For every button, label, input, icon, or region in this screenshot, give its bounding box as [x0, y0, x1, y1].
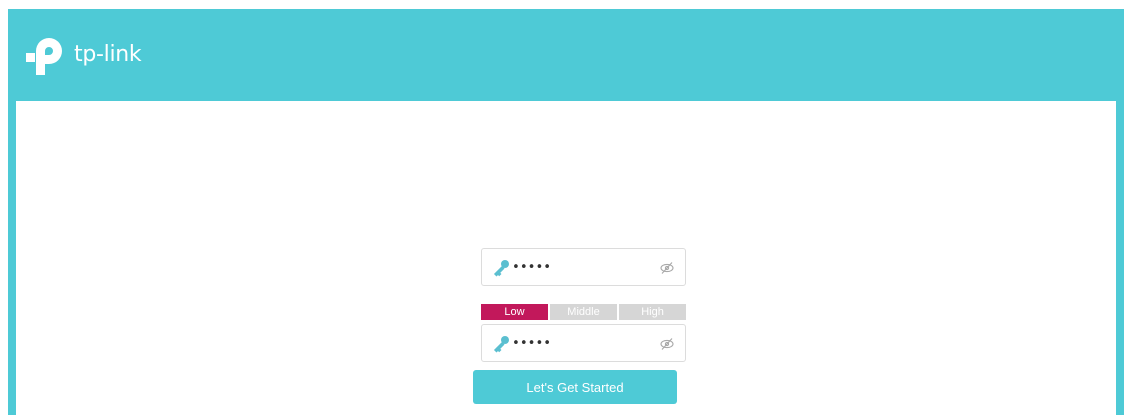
eye-slash-icon[interactable] [659, 336, 675, 352]
key-icon [493, 260, 509, 277]
header-bar: tp-link [8, 9, 1124, 101]
eye-slash-icon[interactable] [659, 260, 675, 276]
key-icon [493, 336, 509, 353]
strength-low: Low [481, 304, 548, 320]
confirm-password-field[interactable] [481, 324, 686, 362]
brand-logo: tp-link [26, 29, 142, 77]
strength-middle: Middle [550, 304, 617, 320]
lets-get-started-button[interactable]: Let's Get Started [473, 370, 677, 404]
new-password-field[interactable] [481, 248, 686, 286]
app-frame: tp-link Low Middle High [8, 9, 1124, 415]
main-content: Low Middle High [16, 101, 1116, 415]
strength-high: High [619, 304, 686, 320]
password-strength-meter: Low Middle High [481, 304, 686, 320]
confirm-password-input[interactable] [512, 332, 652, 354]
brand-name: tp-link [74, 41, 142, 67]
new-password-input[interactable] [512, 256, 652, 278]
tp-link-logo-icon [26, 38, 62, 75]
